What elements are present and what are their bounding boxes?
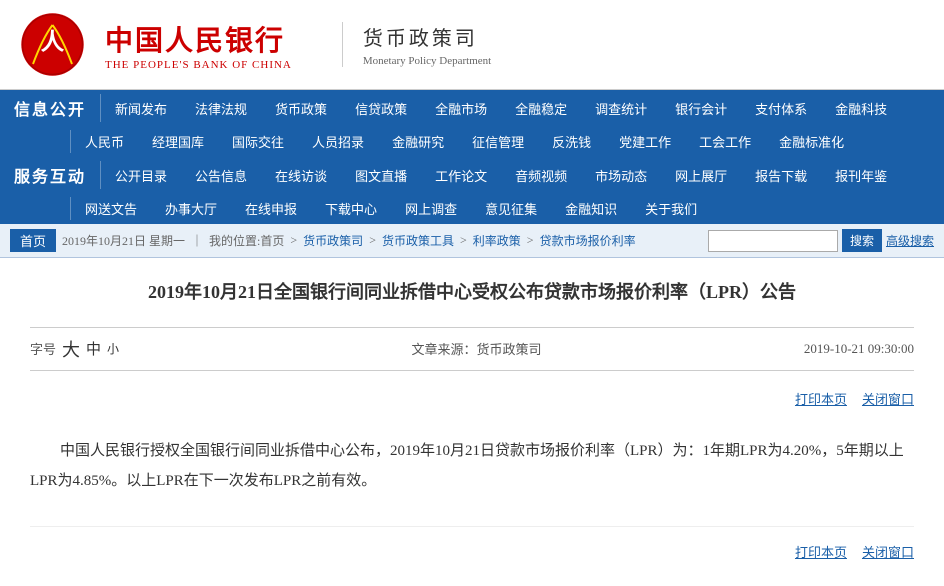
nav-item-recruit[interactable]: 人员招录 — [298, 126, 378, 157]
nav-item-finstable[interactable]: 全融稳定 — [501, 90, 581, 126]
search-button[interactable]: 搜索 — [842, 229, 882, 252]
nav-row-3: 服务互动 公开目录 公告信息 在线访谈 图文直播 工作论文 音频视频 市场动态 … — [0, 157, 944, 193]
print-link-top[interactable]: 打印本页 — [795, 389, 847, 408]
bc-arrow4: > — [527, 233, 534, 248]
nav-item-feedback[interactable]: 意见征集 — [471, 193, 551, 224]
nav-item-papers[interactable]: 工作论文 — [421, 157, 501, 193]
font-size-control: 字号 大 中 小 — [30, 336, 119, 362]
dept-name-cn: 货币政策司 — [363, 22, 491, 51]
nav-item-credit-mgmt[interactable]: 征信管理 — [458, 126, 538, 157]
nav-items-row1: 新闻发布 法律法规 货币政策 信贷政策 全融市场 全融稳定 调查统计 银行会计 … — [101, 90, 944, 126]
bank-name-cn: 中国人民银行 — [105, 19, 292, 59]
nav-item-monetary[interactable]: 货币政策 — [261, 90, 341, 126]
nav-items-row3: 公开目录 公告信息 在线访谈 图文直播 工作论文 音频视频 市场动态 网上展厅 … — [101, 157, 944, 193]
nav-item-payment[interactable]: 支付体系 — [741, 90, 821, 126]
article-actions-bottom: 打印本页 关闭窗口 — [30, 526, 914, 566]
nav-item-intl[interactable]: 国际交往 — [218, 126, 298, 157]
nav-item-treasury[interactable]: 经理国库 — [138, 126, 218, 157]
nav-item-hall[interactable]: 办事大厅 — [151, 193, 231, 224]
nav-item-party[interactable]: 党建工作 — [605, 126, 685, 157]
close-link-top[interactable]: 关闭窗口 — [862, 389, 914, 408]
print-link-bottom[interactable]: 打印本页 — [795, 542, 847, 561]
nav-item-notice[interactable]: 公告信息 — [181, 157, 261, 193]
nav-item-finmarket[interactable]: 全融市场 — [421, 90, 501, 126]
page-header: 人 中国人民银行 THE PEOPLE'S BANK OF CHINA 货币政策… — [0, 0, 944, 90]
nav-row-4: 网送文告 办事大厅 在线申报 下载中心 网上调查 意见征集 金融知识 关于我们 — [0, 193, 944, 224]
nav-item-survey[interactable]: 网上调查 — [391, 193, 471, 224]
nav-item-livephoto[interactable]: 图文直播 — [341, 157, 421, 193]
home-button[interactable]: 首页 — [10, 229, 56, 252]
article-actions-top: 打印本页 关闭窗口 — [30, 381, 914, 416]
search-input[interactable] — [708, 230, 838, 252]
nav-row-2: 人民币 经理国库 国际交往 人员招录 金融研究 征信管理 反洗钱 党建工作 工会… — [0, 126, 944, 157]
font-large-btn[interactable]: 大 — [62, 336, 80, 362]
font-label: 字号 — [30, 339, 56, 358]
search-area: 搜索 高级搜索 — [708, 229, 934, 252]
main-nav: 信息公开 新闻发布 法律法规 货币政策 信贷政策 全融市场 全融稳定 调查统计 … — [0, 90, 944, 224]
breadcrumb-pipe: ｜ — [191, 232, 203, 249]
bc-rate-policy[interactable]: 利率政策 — [473, 232, 521, 249]
nav-section-empty2 — [0, 193, 70, 224]
breadcrumb-date: 2019年10月21日 星期一 — [62, 232, 185, 249]
close-link-bottom[interactable]: 关闭窗口 — [862, 542, 914, 561]
bank-name-en: THE PEOPLE'S BANK OF CHINA — [105, 59, 292, 71]
bc-lpr[interactable]: 贷款市场报价利率 — [540, 232, 636, 249]
nav-item-news[interactable]: 新闻发布 — [101, 90, 181, 126]
nav-item-download[interactable]: 下载中心 — [311, 193, 391, 224]
content-area: 2019年10月21日全国银行间同业拆借中心受权公布贷款市场报价利率（LPR）公… — [0, 258, 944, 586]
bc-arrow3: > — [460, 233, 467, 248]
nav-items-row4: 网送文告 办事大厅 在线申报 下载中心 网上调查 意见征集 金融知识 关于我们 — [71, 193, 944, 224]
article-title: 2019年10月21日全国银行间同业拆借中心受权公布贷款市场报价利率（LPR）公… — [30, 278, 914, 307]
dept-name-en: Monetary Policy Department — [363, 55, 491, 67]
logo-text: 中国人民银行 THE PEOPLE'S BANK OF CHINA — [105, 19, 292, 71]
nav-section-empty1 — [0, 126, 70, 157]
breadcrumb-loc-label: 我的位置:首页 — [209, 232, 284, 249]
dept-area: 货币政策司 Monetary Policy Department — [342, 22, 491, 67]
nav-item-periodical[interactable]: 报刊年鉴 — [821, 157, 901, 193]
article-source: 文章来源：货币政策司 — [149, 339, 804, 358]
advanced-search-link[interactable]: 高级搜索 — [886, 232, 934, 249]
article-meta: 字号 大 中 小 文章来源：货币政策司 2019-10-21 09:30:00 — [30, 327, 914, 371]
nav-item-audio[interactable]: 音频视频 — [501, 157, 581, 193]
nav-item-finresearch[interactable]: 金融研究 — [378, 126, 458, 157]
logo-area: 人 中国人民银行 THE PEOPLE'S BANK OF CHINA 货币政策… — [20, 12, 491, 77]
bc-monetary-dept[interactable]: 货币政策司 — [303, 232, 363, 249]
nav-item-finedu[interactable]: 金融知识 — [551, 193, 631, 224]
nav-item-send[interactable]: 网送文告 — [71, 193, 151, 224]
pboc-emblem: 人 — [20, 12, 85, 77]
font-small-btn[interactable]: 小 — [107, 340, 119, 357]
nav-item-law[interactable]: 法律法规 — [181, 90, 261, 126]
nav-item-aml[interactable]: 反洗钱 — [538, 126, 605, 157]
nav-item-market[interactable]: 市场动态 — [581, 157, 661, 193]
nav-item-credit[interactable]: 信贷政策 — [341, 90, 421, 126]
nav-item-reports[interactable]: 报告下载 — [741, 157, 821, 193]
svg-text:人: 人 — [41, 29, 65, 56]
bc-monetary-tools[interactable]: 货币政策工具 — [382, 232, 454, 249]
nav-item-interview[interactable]: 在线访谈 — [261, 157, 341, 193]
nav-item-rmb[interactable]: 人民币 — [71, 126, 138, 157]
nav-section-info: 信息公开 — [0, 90, 100, 126]
nav-item-online-hall[interactable]: 网上展厅 — [661, 157, 741, 193]
bc-arrow2: > — [369, 233, 376, 248]
nav-item-banking[interactable]: 银行会计 — [661, 90, 741, 126]
nav-item-fintech[interactable]: 金融科技 — [821, 90, 901, 126]
bc-arrow1: > — [290, 233, 297, 248]
nav-items-row2: 人民币 经理国库 国际交往 人员招录 金融研究 征信管理 反洗钱 党建工作 工会… — [71, 126, 944, 157]
nav-item-stats[interactable]: 调查统计 — [581, 90, 661, 126]
nav-section-service: 服务互动 — [0, 157, 100, 193]
nav-item-catalog[interactable]: 公开目录 — [101, 157, 181, 193]
font-medium-btn[interactable]: 中 — [86, 338, 101, 359]
nav-item-about[interactable]: 关于我们 — [631, 193, 711, 224]
article-body: 中国人民银行授权全国银行间同业拆借中心公布，2019年10月21日贷款市场报价利… — [30, 426, 914, 506]
breadcrumb-bar: 首页 2019年10月21日 星期一 ｜ 我的位置:首页 > 货币政策司 > 货… — [0, 224, 944, 258]
nav-item-finstandard[interactable]: 金融标准化 — [765, 126, 858, 157]
article-date: 2019-10-21 09:30:00 — [804, 341, 914, 357]
nav-item-union[interactable]: 工会工作 — [685, 126, 765, 157]
nav-row-1: 信息公开 新闻发布 法律法规 货币政策 信贷政策 全融市场 全融稳定 调查统计 … — [0, 90, 944, 126]
nav-item-online-report[interactable]: 在线申报 — [231, 193, 311, 224]
